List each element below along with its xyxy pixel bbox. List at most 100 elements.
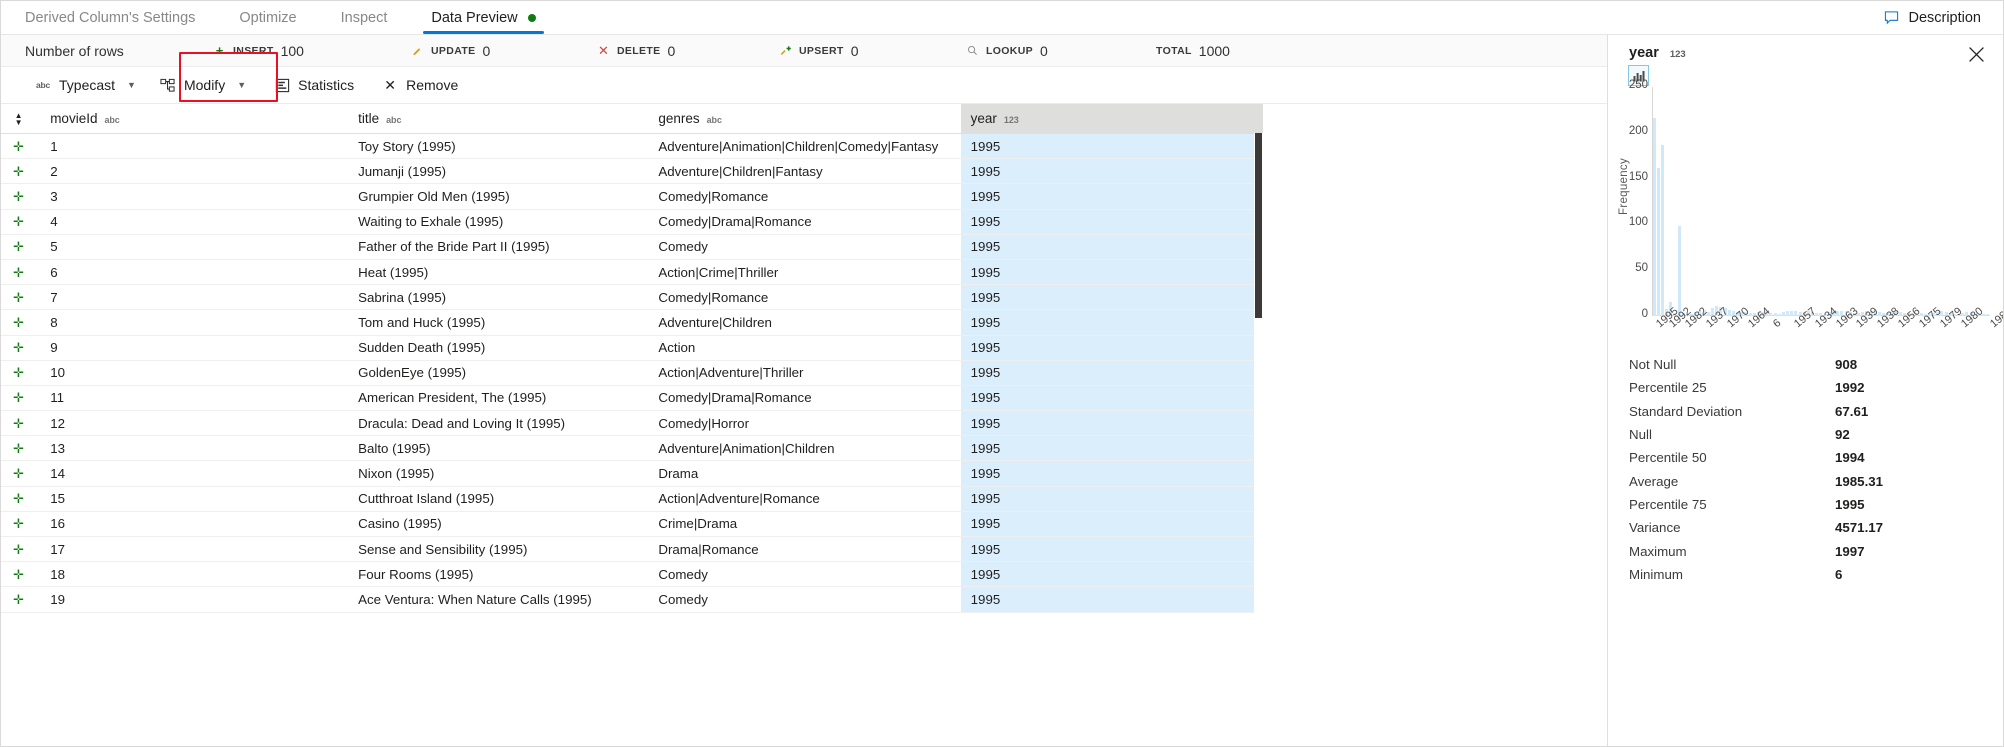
cell-title: Father of the Bride Part II (1995)	[358, 234, 659, 260]
table-row[interactable]: ✛ 18 Four Rooms (1995) Comedy 1995	[1, 561, 1263, 588]
sort-toggle-header[interactable]: ▲ ▼	[1, 104, 37, 134]
cell-text: 1995	[970, 188, 1001, 204]
tab-optimize[interactable]: Optimize	[217, 1, 318, 34]
statistic-value: 92	[1835, 427, 1850, 443]
table-row[interactable]: ✛ 19 Ace Ventura: When Nature Calls (1995)…	[1, 586, 1263, 613]
cell-text: Tom and Huck (1995)	[358, 314, 486, 330]
modify-button[interactable]: Modify ▼	[148, 67, 258, 103]
metric-total: TOTAL 1000	[1156, 35, 1230, 66]
cell-title: Nixon (1995)	[358, 460, 659, 487]
chart-bar[interactable]	[1773, 313, 1777, 316]
typecast-button[interactable]: abc Typecast ▼	[23, 67, 148, 103]
cell-year: 1995	[960, 158, 1263, 185]
column-header-genres[interactable]: genres abc	[658, 104, 961, 134]
table-row[interactable]: ✛ 5 Father of the Bride Part II (1995) Come…	[1, 234, 1263, 260]
cell-movieid: 10	[36, 360, 359, 386]
table-header-row: ▲ ▼ movieId abc title abc genres abc yea…	[1, 104, 1263, 134]
description-button[interactable]: Description	[1884, 1, 2003, 34]
table-row[interactable]: ✛ 13 Balto (1995) Adventure|Animation|Child…	[1, 435, 1263, 462]
cell-title: Casino (1995)	[358, 511, 659, 538]
chart-bar[interactable]	[1986, 314, 1990, 316]
row-expand-button[interactable]: ✛	[1, 309, 37, 336]
column-type-abc: abc	[104, 115, 120, 125]
plus-icon: ✛	[13, 541, 25, 557]
cell-title: Cutthroat Island (1995)	[358, 486, 659, 512]
row-expand-button[interactable]: ✛	[1, 234, 37, 260]
chart-bar[interactable]	[1777, 314, 1781, 316]
chart-y-tick: 0	[1641, 308, 1648, 320]
chart-bar[interactable]	[1652, 118, 1656, 316]
tab-label: Data Preview	[431, 9, 518, 26]
description-label: Description	[1908, 9, 1981, 26]
table-row[interactable]: ✛ 10 GoldenEye (1995) Action|Adventure|Thri…	[1, 360, 1263, 386]
scrollbar-thumb[interactable]	[1255, 133, 1262, 318]
table-row[interactable]: ✛ 1 Toy Story (1995) Adventure|Animation|Ch…	[1, 133, 1263, 160]
statistic-row: Null 92	[1608, 423, 2003, 446]
sort-icon: ▲ ▼	[14, 110, 23, 127]
tab-inspect[interactable]: Inspect	[319, 1, 410, 34]
statistics-label: Statistics	[298, 77, 355, 93]
tab-derived-column-settings[interactable]: Derived Column's Settings	[1, 1, 217, 34]
cell-genres: Action|Adventure|Romance	[658, 486, 961, 512]
cell-text: Adventure|Animation|Children	[658, 440, 835, 456]
cell-movieid: 13	[36, 435, 359, 462]
cell-movieid: 18	[36, 561, 359, 588]
table-row[interactable]: ✛ 16 Casino (1995) Crime|Drama 1995	[1, 511, 1263, 538]
table-row[interactable]: ✛ 2 Jumanji (1995) Adventure|Children|Fanta…	[1, 158, 1263, 185]
table-row[interactable]: ✛ 3 Grumpier Old Men (1995) Comedy|Romance 1…	[1, 183, 1263, 210]
chart-bar[interactable]	[1656, 167, 1660, 316]
statistics-button[interactable]: Statistics	[258, 67, 370, 103]
row-expand-button[interactable]: ✛	[1, 486, 37, 512]
metric-name: UPDATE	[431, 44, 476, 57]
table-row[interactable]: ✛ 4 Waiting to Exhale (1995) Comedy|Drama|R…	[1, 209, 1263, 235]
row-expand-button[interactable]: ✛	[1, 360, 37, 386]
column-header-title[interactable]: title abc	[358, 104, 659, 134]
row-expand-button[interactable]: ✛	[1, 536, 37, 563]
cell-title: Sudden Death (1995)	[358, 335, 659, 361]
row-expand-button[interactable]: ✛	[1, 133, 37, 160]
remove-button[interactable]: ✕ Remove	[370, 67, 470, 103]
row-expand-button[interactable]: ✛	[1, 259, 37, 286]
cell-movieid: 9	[36, 335, 359, 361]
row-expand-button[interactable]: ✛	[1, 410, 37, 437]
row-expand-button[interactable]: ✛	[1, 335, 37, 361]
table-row[interactable]: ✛ 12 Dracula: Dead and Loving It (1995) Com…	[1, 410, 1263, 437]
table-row[interactable]: ✛ 9 Sudden Death (1995) Action 1995	[1, 335, 1263, 361]
column-statistics-panel: year 123 Frequency 050100150200250	[1607, 35, 2003, 746]
close-panel-button[interactable]	[1965, 43, 1987, 65]
table-row[interactable]: ✛ 17 Sense and Sensibility (1995) Drama|Rom…	[1, 536, 1263, 563]
column-header-movieid[interactable]: movieId abc	[36, 104, 359, 134]
row-expand-button[interactable]: ✛	[1, 460, 37, 487]
chart-bar[interactable]	[1781, 312, 1785, 316]
chart-bar[interactable]	[1660, 144, 1664, 316]
column-type-123: 123	[1003, 115, 1019, 125]
table-row[interactable]: ✛ 15 Cutthroat Island (1995) Action|Adventu…	[1, 486, 1263, 512]
row-expand-button[interactable]: ✛	[1, 158, 37, 185]
grid-vertical-scrollbar[interactable]	[1254, 133, 1263, 653]
table-row[interactable]: ✛ 6 Heat (1995) Action|Crime|Thriller 1995	[1, 259, 1263, 286]
cell-text: Balto (1995)	[358, 440, 431, 456]
table-row[interactable]: ✛ 8 Tom and Huck (1995) Adventure|Children 1…	[1, 309, 1263, 336]
row-expand-button[interactable]: ✛	[1, 284, 37, 311]
cell-text: 10	[50, 365, 65, 381]
row-expand-button[interactable]: ✛	[1, 511, 37, 538]
row-expand-button[interactable]: ✛	[1, 183, 37, 210]
tab-data-preview[interactable]: Data Preview	[409, 1, 557, 34]
chart-bar[interactable]	[1790, 310, 1794, 316]
cell-title: Grumpier Old Men (1995)	[358, 183, 659, 210]
cell-text: 1995	[970, 365, 1001, 381]
row-expand-button[interactable]: ✛	[1, 435, 37, 462]
row-expand-button[interactable]: ✛	[1, 586, 37, 613]
cell-text: Sudden Death (1995)	[358, 340, 486, 356]
table-row[interactable]: ✛ 7 Sabrina (1995) Comedy|Romance 1995	[1, 284, 1263, 311]
column-header-year[interactable]: year 123	[960, 104, 1263, 134]
chart-bar[interactable]	[1677, 226, 1681, 316]
row-expand-button[interactable]: ✛	[1, 385, 37, 412]
data-grid-table: ▲ ▼ movieId abc title abc genres abc yea…	[1, 104, 1263, 613]
cell-text: Heat (1995)	[358, 264, 429, 280]
row-expand-button[interactable]: ✛	[1, 209, 37, 235]
table-row[interactable]: ✛ 14 Nixon (1995) Drama 1995	[1, 460, 1263, 487]
row-expand-button[interactable]: ✛	[1, 561, 37, 588]
table-row[interactable]: ✛ 11 American President, The (1995) Comedy|…	[1, 385, 1263, 412]
chart-bar[interactable]	[1786, 311, 1790, 316]
